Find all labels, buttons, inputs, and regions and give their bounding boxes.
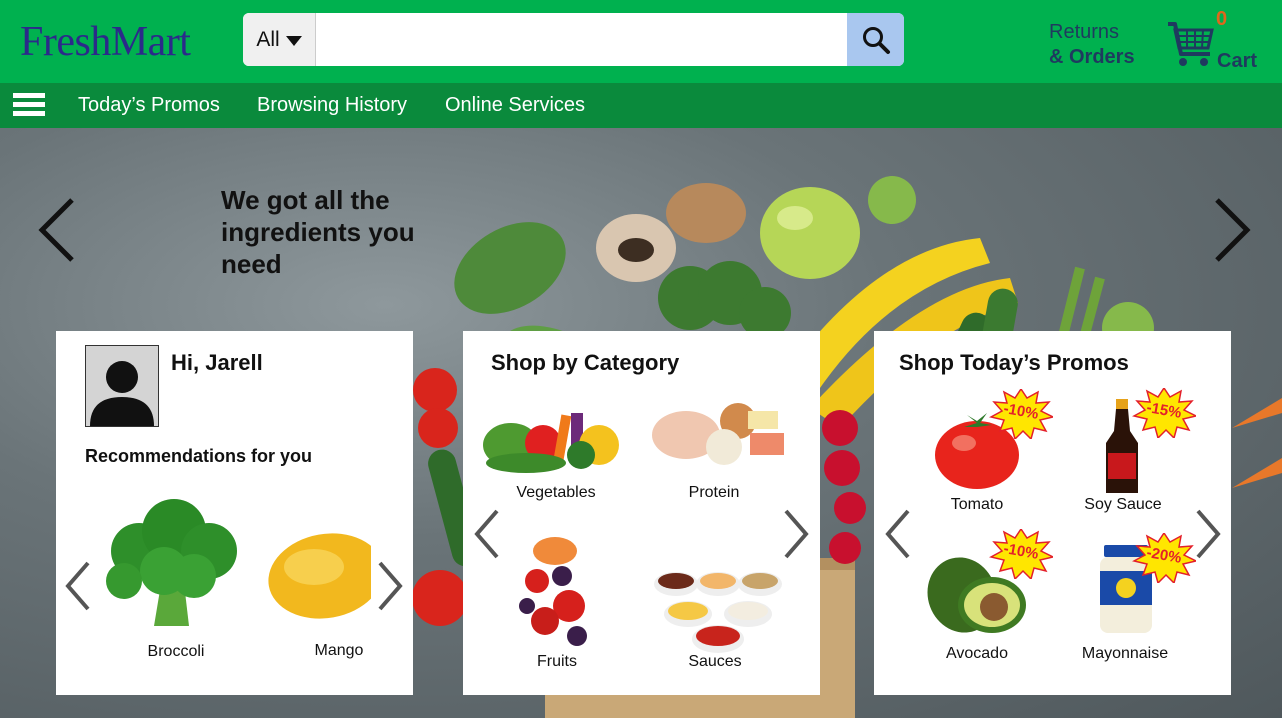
search-input[interactable]: [317, 13, 847, 66]
vegetables-image[interactable]: [481, 385, 629, 475]
promo-card-title: Shop Today’s Promos: [899, 350, 1129, 375]
search-category-label: All: [256, 27, 280, 51]
promo-label-soy-sauce[interactable]: Soy Sauce: [1048, 496, 1198, 514]
hero-prev-arrow[interactable]: [38, 198, 78, 262]
recommendations-next-arrow[interactable]: [376, 561, 404, 611]
discount-badge: -20%: [1132, 533, 1196, 583]
category-label-protein[interactable]: Protein: [639, 484, 789, 502]
recommendation-label-mango[interactable]: Mango: [264, 642, 414, 660]
hero-banner: We got all the ingredients you need Hi, …: [0, 128, 1282, 718]
recommendation-label-broccoli[interactable]: Broccoli: [101, 643, 251, 661]
hero-headline: We got all the ingredients you need: [221, 185, 415, 279]
category-card: Shop by Category Vegetables Protein Frui…: [463, 331, 820, 695]
discount-badge: -10%: [989, 529, 1053, 579]
search-bar: All: [243, 13, 904, 66]
category-prev-arrow[interactable]: [473, 509, 501, 559]
promo-label-tomato[interactable]: Tomato: [902, 496, 1052, 514]
orders-label: & Orders: [1049, 46, 1135, 68]
returns-orders-link[interactable]: Returns & Orders: [1049, 20, 1135, 70]
nav-item-todays-promos[interactable]: Today’s Promos: [78, 94, 220, 117]
search-icon: [862, 26, 890, 54]
nav-item-browsing-history[interactable]: Browsing History: [257, 94, 407, 117]
recommendations-title: Recommendations for you: [85, 446, 313, 466]
discount-badge: -15%: [1132, 388, 1196, 438]
category-next-arrow[interactable]: [782, 509, 810, 559]
promo-label-avocado[interactable]: Avocado: [902, 645, 1052, 663]
user-card: Hi, Jarell Recommendations for you Brocc…: [56, 331, 413, 695]
category-label-fruits[interactable]: Fruits: [482, 653, 632, 671]
nav-item-online-services[interactable]: Online Services: [445, 94, 585, 117]
promo-prev-arrow[interactable]: [884, 509, 912, 559]
nav-bar: Today’s Promos Browsing History Online S…: [0, 83, 1282, 128]
search-button[interactable]: [847, 13, 904, 66]
promo-card: Shop Today’s Promos Tomato Soy Sauce Avo…: [874, 331, 1231, 695]
sauces-image[interactable]: [648, 559, 788, 654]
category-card-title: Shop by Category: [491, 350, 680, 375]
category-label-sauces[interactable]: Sauces: [640, 653, 790, 671]
store-logo[interactable]: FreshMart: [20, 18, 191, 66]
search-category-dropdown[interactable]: All: [243, 13, 316, 66]
recommendations-prev-arrow[interactable]: [64, 561, 92, 611]
cart-icon: [1168, 22, 1214, 66]
mango-image[interactable]: [266, 529, 371, 624]
user-greeting: Hi, Jarell: [171, 350, 263, 375]
avatar[interactable]: [85, 345, 159, 427]
cart-count: 0: [1216, 8, 1228, 30]
protein-image[interactable]: [648, 385, 788, 475]
category-label-vegetables[interactable]: Vegetables: [481, 484, 631, 502]
caret-down-icon: [285, 35, 302, 46]
fruits-image[interactable]: [507, 511, 607, 656]
top-header: FreshMart All Returns & Orders 0 Cart: [0, 0, 1282, 83]
cart-label: Cart: [1217, 50, 1258, 72]
menu-icon[interactable]: [13, 93, 45, 117]
hero-next-arrow[interactable]: [1211, 198, 1251, 262]
promo-next-arrow[interactable]: [1194, 509, 1222, 559]
promo-label-mayonnaise[interactable]: Mayonnaise: [1050, 645, 1200, 663]
discount-badge: -10%: [989, 389, 1053, 439]
cart-button[interactable]: 0 Cart: [1166, 8, 1276, 75]
returns-label: Returns: [1049, 21, 1120, 43]
broccoli-image[interactable]: [94, 496, 254, 631]
